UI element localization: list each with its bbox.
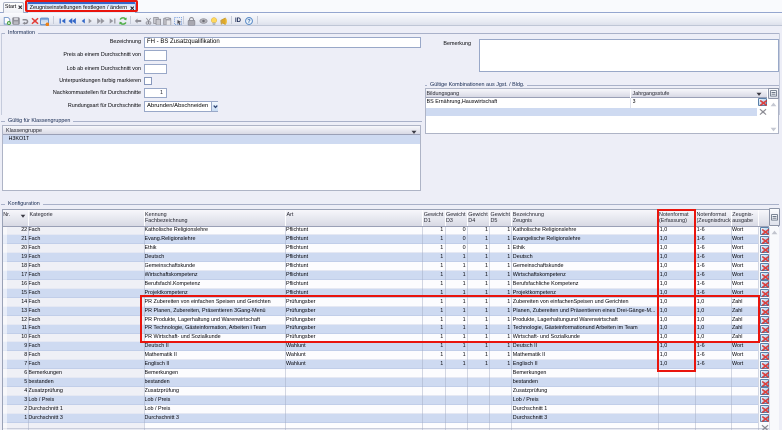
svg-text:?: ?	[248, 19, 252, 25]
